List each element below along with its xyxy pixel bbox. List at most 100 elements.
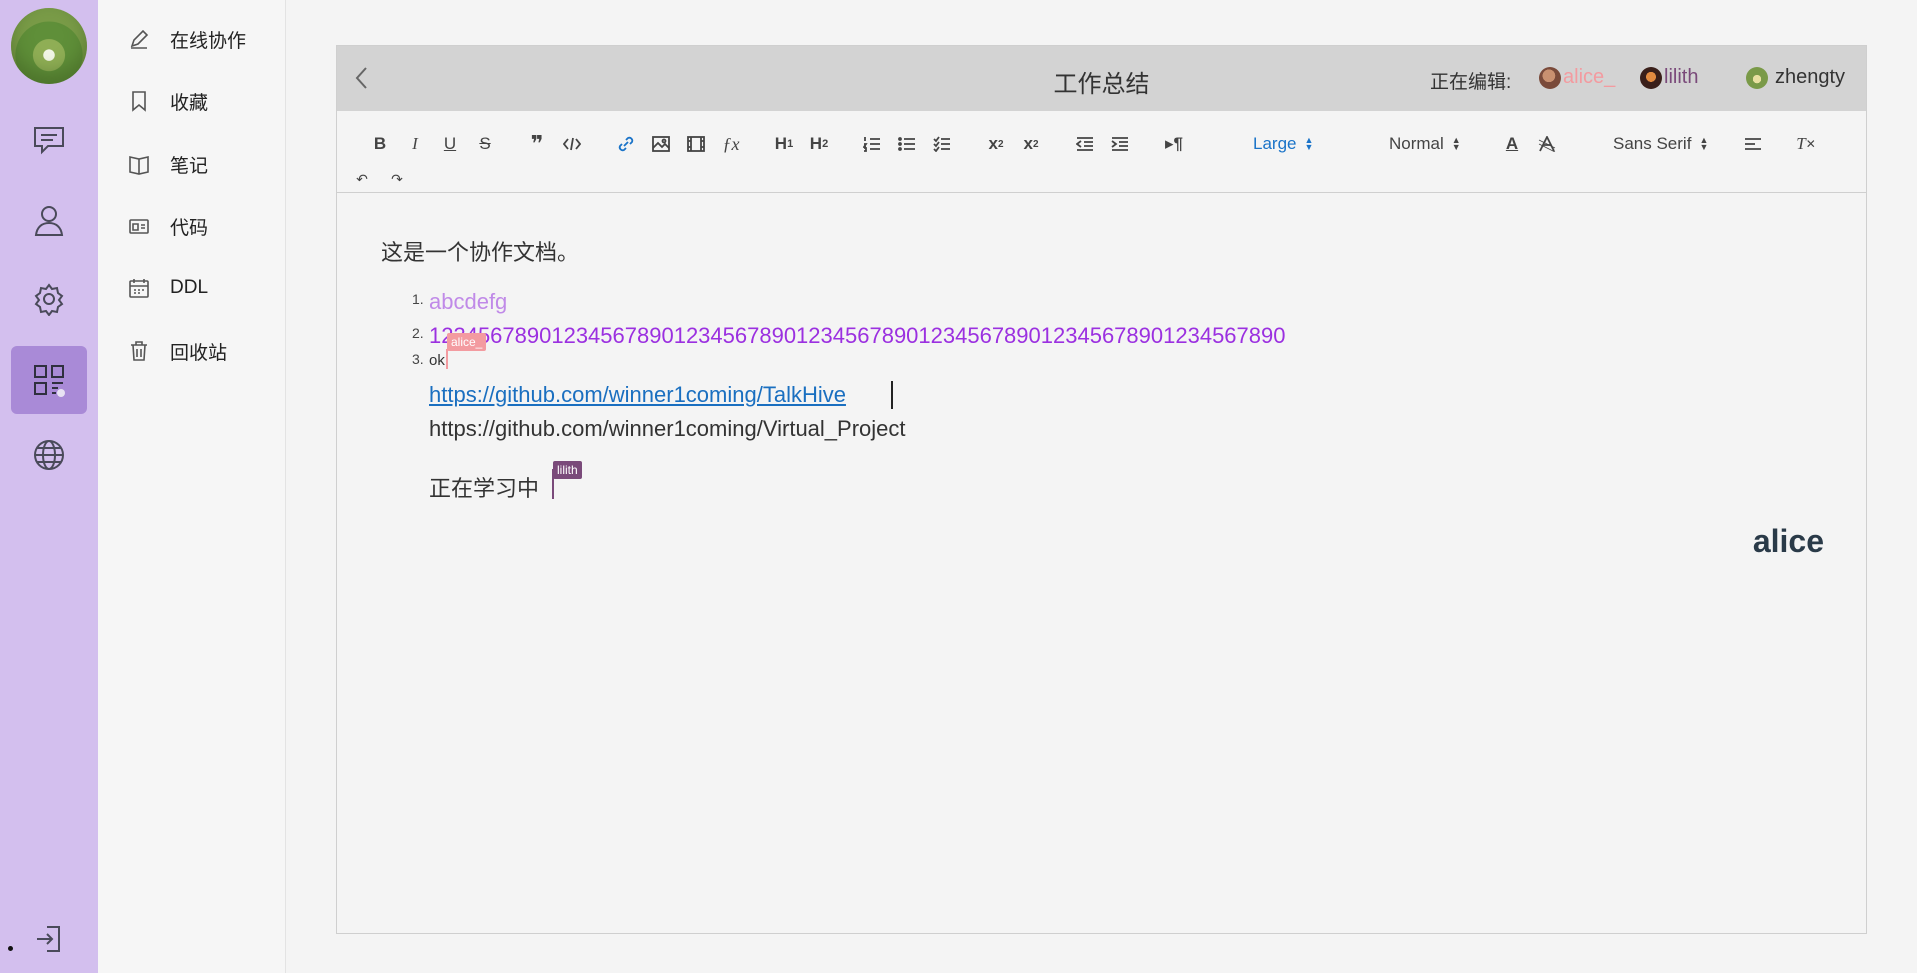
code-card-icon <box>129 219 149 234</box>
outdent-button[interactable] <box>1072 133 1098 155</box>
font-select-value: Sans Serif <box>1613 134 1692 153</box>
image-icon <box>652 136 670 152</box>
strike-button[interactable]: S <box>472 133 498 155</box>
align-button[interactable] <box>1740 133 1766 155</box>
list-number: 3. <box>412 351 424 367</box>
menu-item-label: 代码 <box>170 217 209 239</box>
menu-item-label: 回收站 <box>170 342 228 364</box>
list-number: 2. <box>412 325 424 341</box>
avatar <box>1640 66 1662 89</box>
clear-format-button[interactable]: T ✕ <box>1793 133 1819 155</box>
outdent-icon <box>1076 137 1093 151</box>
undo-button[interactable]: ↶ <box>351 168 373 190</box>
redo-icon: ↷ <box>391 170 403 187</box>
indent-button[interactable] <box>1107 133 1133 155</box>
user-name: zhengty <box>1775 66 1846 88</box>
menu-item-label: 笔记 <box>170 155 209 177</box>
bullet-list-icon <box>898 137 915 151</box>
list-item: 1234567890123456789012345678901234567890… <box>429 323 1286 348</box>
superscript-button[interactable]: x2 <box>1018 133 1044 155</box>
highlight-icon <box>1538 136 1556 152</box>
heading-select-value: Normal <box>1389 134 1444 153</box>
font-color-icon: A <box>1505 134 1519 153</box>
bullet-list-button[interactable] <box>894 133 920 155</box>
editor-user-zhengty[interactable]: zhengty <box>1746 66 1845 89</box>
size-select[interactable]: Large ▲ ▼ <box>1253 133 1313 155</box>
chevron-updown-icon: ▲ ▼ <box>1699 135 1709 152</box>
image-button[interactable] <box>648 133 674 155</box>
left-rail <box>0 0 98 973</box>
checklist-icon <box>933 136 950 152</box>
menu-item-label: 收藏 <box>170 92 209 114</box>
text-direction-button[interactable]: ▸¶ <box>1161 133 1187 155</box>
user-icon[interactable] <box>11 186 87 254</box>
notebook-icon <box>129 156 149 175</box>
video-icon <box>687 136 705 152</box>
menu-item-collab[interactable]: 在线协作 <box>128 23 246 55</box>
underline-button[interactable]: U <box>437 133 463 155</box>
avatar <box>1746 66 1768 89</box>
chevron-updown-icon: ▲ ▼ <box>1451 135 1461 152</box>
logout-icon[interactable] <box>11 905 87 973</box>
blockquote-button[interactable]: ❞ <box>524 131 550 156</box>
menu-item-favorites[interactable]: 收藏 <box>128 85 208 117</box>
align-left-icon <box>1745 138 1761 150</box>
link-icon <box>618 136 634 152</box>
user-name: alice_ <box>1563 66 1616 88</box>
code-block-button[interactable] <box>559 133 585 155</box>
link-button[interactable] <box>613 133 639 155</box>
bold-button[interactable]: B <box>367 133 393 155</box>
status-dot <box>8 946 13 951</box>
link-talkhive[interactable]: https://github.com/winner1coming/TalkHiv… <box>429 382 846 408</box>
font-select[interactable]: Sans Serif ▲ ▼ <box>1613 133 1708 155</box>
video-button[interactable] <box>683 133 709 155</box>
signature-text: alice <box>1752 523 1824 559</box>
size-select-value: Large <box>1253 134 1297 153</box>
code-icon <box>563 137 581 151</box>
list-item: ok <box>429 352 445 369</box>
calendar-icon <box>129 279 149 298</box>
subscript-button[interactable]: x2 <box>983 133 1009 155</box>
list-number: 1. <box>412 291 424 307</box>
formula-button[interactable]: ƒx <box>718 133 744 155</box>
ordered-list-button[interactable] <box>859 133 885 155</box>
gear-icon[interactable] <box>11 265 87 333</box>
menu-item-ddl[interactable]: DDL <box>128 272 208 304</box>
link-virtual-project[interactable]: https://github.com/winner1coming/Virtual… <box>429 416 906 442</box>
editor-header: 工作总结 正在编辑: alice_ lilith zhengty <box>337 46 1866 111</box>
list-item: abcdefg <box>429 289 508 314</box>
menu-item-trash[interactable]: 回收站 <box>128 335 227 367</box>
cursor-alice <box>446 349 448 369</box>
avatar[interactable] <box>11 8 87 84</box>
highlight-button[interactable] <box>1534 133 1560 155</box>
menu-item-label: 在线协作 <box>170 30 247 52</box>
apps-icon[interactable] <box>11 346 87 414</box>
intro-paragraph: 这是一个协作文档。 <box>381 240 580 265</box>
side-menu: 在线协作 收藏 笔记 代码 DDL 回收站 <box>98 0 286 973</box>
indent-icon <box>1111 137 1128 151</box>
checklist-button[interactable] <box>929 133 955 155</box>
menu-item-code[interactable]: 代码 <box>128 210 208 242</box>
font-color-button[interactable]: A <box>1499 133 1525 155</box>
cursor-label-lilith: lilith <box>553 461 582 479</box>
h1-button[interactable]: H1 <box>771 133 797 155</box>
cursor-label-alice: alice_ <box>447 333 487 351</box>
redo-button[interactable]: ↷ <box>386 168 408 190</box>
trash-icon <box>131 341 147 361</box>
globe-icon[interactable] <box>11 421 87 489</box>
heading-select[interactable]: Normal ▲ ▼ <box>1389 133 1461 155</box>
avatar <box>1539 66 1561 89</box>
editor-user-lilith[interactable]: lilith <box>1640 66 1698 89</box>
page-title: 工作总结 <box>1053 71 1150 98</box>
editing-label: 正在编辑: <box>1430 72 1512 93</box>
ordered-list-icon <box>863 137 880 152</box>
menu-item-notes[interactable]: 笔记 <box>128 148 208 180</box>
pencil-icon <box>130 29 149 49</box>
h2-button[interactable]: H2 <box>806 133 832 155</box>
cursor-lilith <box>552 469 554 499</box>
studying-text: 正在学习中 <box>429 476 540 501</box>
chat-icon[interactable] <box>11 106 87 174</box>
editor-user-alice[interactable]: alice_ <box>1539 66 1615 89</box>
italic-button[interactable]: I <box>402 133 428 155</box>
editor-card: 工作总结 正在编辑: alice_ lilith zhengty B I U S… <box>336 45 1867 934</box>
